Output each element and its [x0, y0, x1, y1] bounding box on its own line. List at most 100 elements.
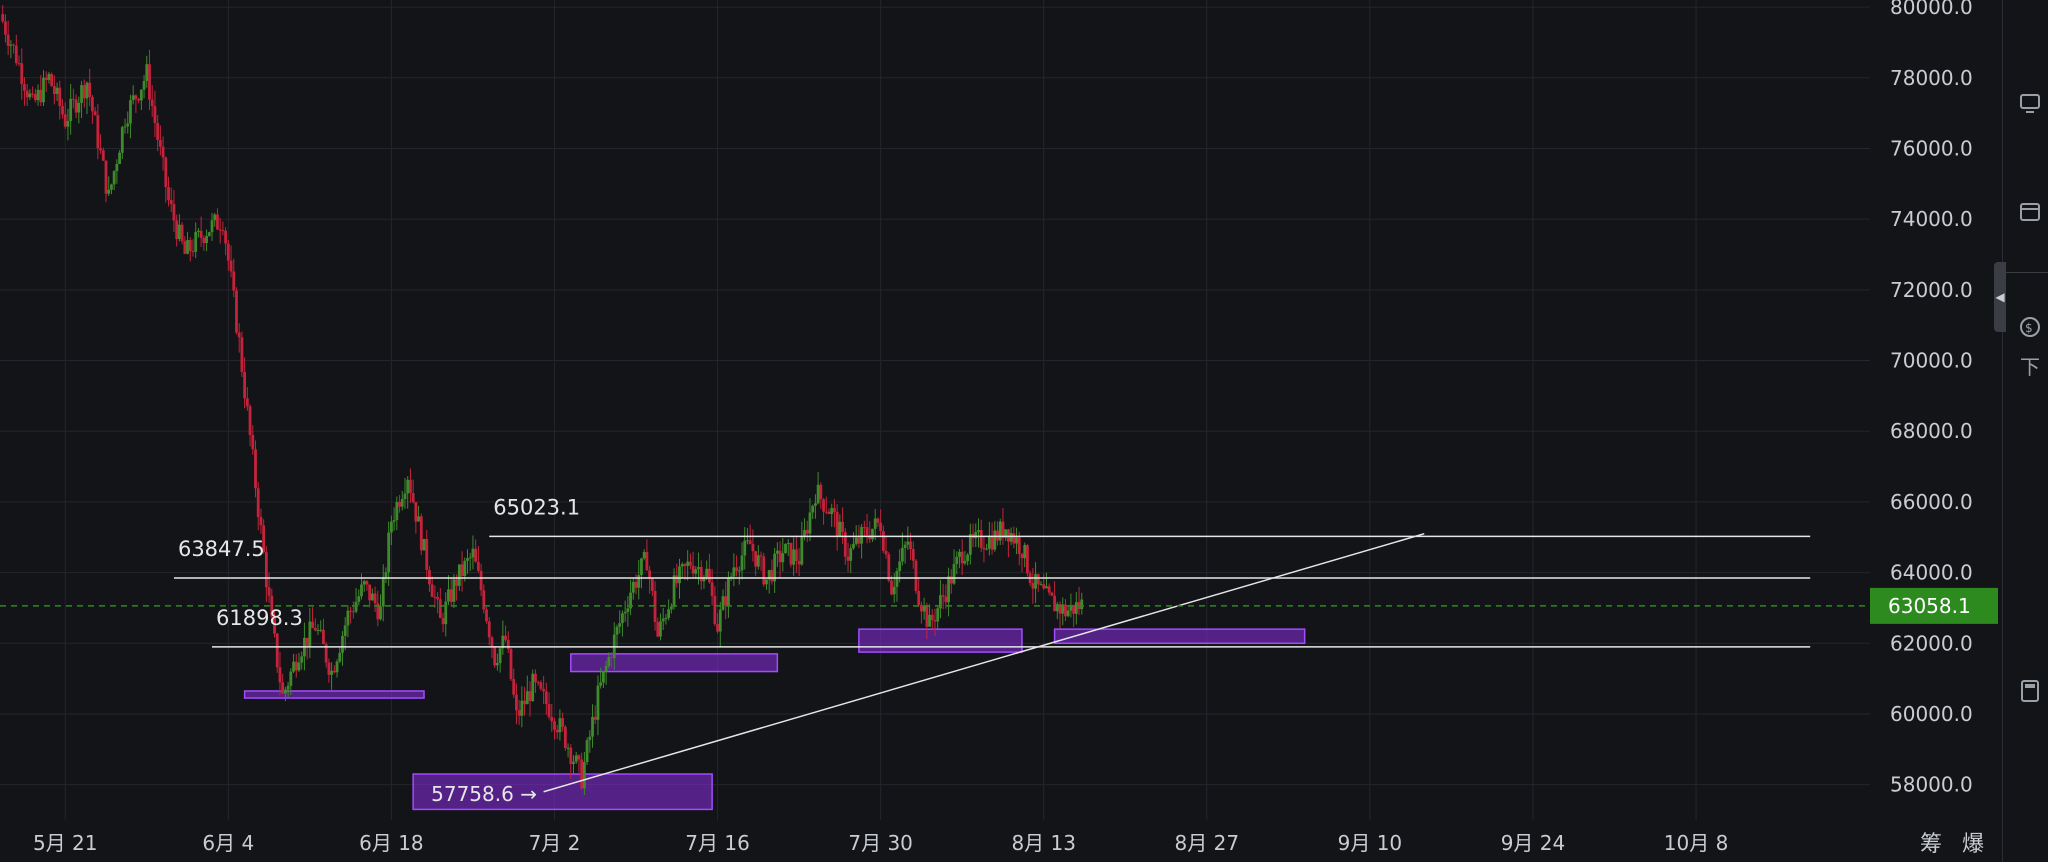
coin-icon[interactable]: $: [2015, 312, 2045, 342]
candle-body: [351, 611, 355, 613]
candle-body: [286, 685, 290, 690]
candle-body: [697, 566, 700, 570]
calendar-icon[interactable]: [2015, 196, 2045, 226]
candle-body: [338, 652, 342, 662]
candle-body: [142, 81, 146, 90]
candle-body: [732, 567, 736, 577]
candle-body: [846, 556, 850, 561]
candle-body: [226, 243, 230, 261]
candle-body: [172, 204, 176, 221]
candle-body: [618, 623, 622, 627]
candle-body: [985, 548, 989, 550]
candle-body: [85, 82, 89, 99]
candle-body: [740, 555, 744, 571]
time-axis[interactable]: 5月 21 6月 4 6月 18 7月 2 7月 16 7月 30 8月 13 8月 27 9月…: [0, 820, 1870, 862]
candle-body: [275, 633, 279, 668]
candle-body: [289, 671, 293, 686]
candle-body: [297, 662, 301, 671]
candle-body: [797, 560, 801, 565]
candle-body: [71, 98, 75, 100]
candle-body: [455, 579, 459, 586]
candle-body: [292, 661, 295, 672]
candle-body: [436, 596, 440, 600]
collapse-panel-button[interactable]: ◀: [1994, 262, 2006, 332]
candle-body: [88, 82, 92, 97]
x-tick-label: 10月 8: [1664, 831, 1729, 855]
demand-zone[interactable]: [858, 628, 1023, 653]
candle-body: [300, 656, 304, 663]
candle-body: [104, 160, 108, 194]
candle-body: [490, 637, 494, 648]
candle-body: [131, 95, 135, 101]
candle-body: [911, 549, 915, 561]
candle-body: [504, 635, 507, 640]
candle-body: [626, 608, 630, 612]
candle-body: [862, 527, 866, 529]
candle-body: [599, 682, 603, 686]
candle-body: [229, 260, 233, 272]
candle-body: [463, 560, 467, 576]
candle-body: [156, 122, 160, 140]
candle-body: [452, 579, 456, 602]
candle-body: [403, 493, 407, 500]
candle-body: [186, 240, 189, 254]
liquidation-label[interactable]: 爆: [1962, 826, 1984, 858]
candle-body: [523, 700, 526, 705]
candle-body: [539, 682, 543, 689]
candle-body: [724, 596, 728, 606]
candle-body: [332, 670, 336, 673]
low-annotation: 57758.6 →: [431, 782, 537, 806]
candle-body: [808, 512, 812, 534]
candle-body: [683, 564, 687, 566]
candle-body: [990, 535, 994, 550]
price-chart[interactable]: 65023.1 63847.5 61898.3 57758.6 →: [0, 0, 1870, 820]
candle-body: [245, 398, 249, 407]
demand-zone[interactable]: [243, 690, 425, 699]
candle-body: [311, 621, 314, 628]
candle-body: [1026, 545, 1029, 574]
calculator-icon[interactable]: [2015, 676, 2045, 706]
chip-distribution-label[interactable]: 筹: [1920, 826, 1942, 858]
candle-body: [577, 755, 581, 760]
candle-body: [900, 547, 904, 562]
candle-body: [928, 614, 931, 627]
demand-zone[interactable]: [570, 653, 779, 673]
candle-body: [852, 543, 855, 549]
candle-body: [63, 114, 67, 127]
candle-body: [1006, 529, 1010, 542]
candle-body: [743, 540, 747, 556]
candle-body: [887, 554, 891, 581]
candle-body: [879, 522, 883, 532]
candle-body: [944, 596, 948, 603]
candle-body: [841, 521, 844, 532]
x-tick-label: 6月 18: [359, 831, 424, 855]
candle-body: [248, 406, 252, 435]
candle-body: [1045, 586, 1048, 589]
candle-body: [42, 77, 45, 103]
current-price-label: 63058.1: [1888, 594, 1971, 618]
candle-body: [536, 682, 540, 684]
candle-body: [1, 14, 5, 22]
candle-body: [281, 682, 285, 694]
candle-body: [47, 73, 51, 80]
x-tick-label: 5月 21: [33, 831, 98, 855]
candle-body: [838, 521, 842, 537]
candle-body: [69, 98, 73, 121]
candle-body: [920, 604, 923, 612]
x-tick-label: 7月 30: [848, 831, 913, 855]
right-toolbar: $ 下: [2002, 0, 2048, 862]
y-tick-label: 74000.0: [1890, 207, 1973, 231]
candle-body: [1036, 574, 1040, 585]
rail-label-down[interactable]: 下: [2015, 350, 2045, 380]
candle-body: [409, 479, 412, 494]
chart-icon[interactable]: [2015, 88, 2045, 118]
candle-body: [637, 575, 641, 588]
candle-body: [259, 517, 263, 526]
candle-body: [134, 95, 138, 99]
candle-body: [506, 639, 510, 650]
price-axis[interactable]: 80000.0 78000.0 76000.0 74000.0 72000.0 70000…: [1870, 0, 2002, 820]
candle-body: [678, 566, 681, 584]
candle-body: [914, 560, 918, 592]
candle-body: [561, 718, 565, 727]
candle-body: [558, 718, 562, 733]
